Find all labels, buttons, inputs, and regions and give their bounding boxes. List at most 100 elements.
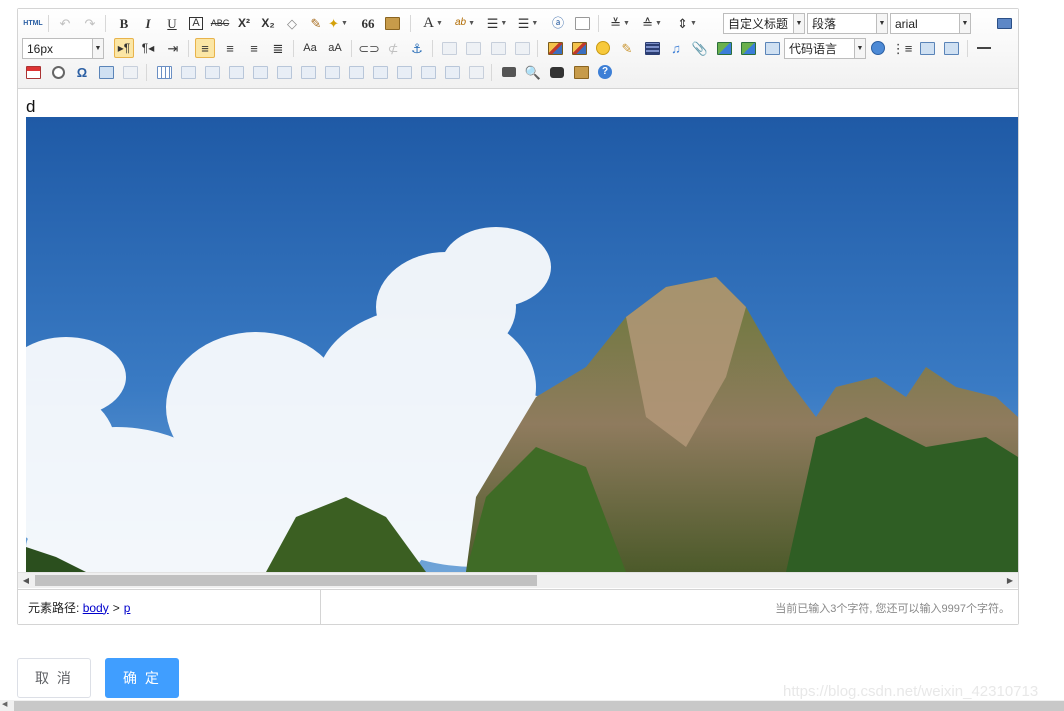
ordered-list-icon[interactable]: ☰ ▼ [484,13,510,33]
insert-row-icon[interactable] [226,62,246,82]
scrollbar-thumb[interactable] [35,575,537,586]
auto-format-icon[interactable]: ✦ ▼ [328,13,348,33]
emotion-icon[interactable] [593,38,613,58]
merge-down-icon[interactable] [370,62,390,82]
format-painter-icon[interactable]: ✎ [306,13,326,33]
preview-icon[interactable]: 🔍 [523,62,543,82]
align-justify-icon[interactable]: ≣ [268,38,288,58]
editor-content-area[interactable]: d [18,90,1018,588]
delete-table-icon[interactable] [178,62,198,82]
code-language-select[interactable]: 代码语言 ▼ [784,38,866,59]
custom-heading-value: 自定义标题 [728,17,789,31]
snapshot-icon[interactable] [120,62,140,82]
align-center-icon[interactable]: ≡ [220,38,240,58]
insert-image-icon[interactable] [569,38,589,58]
map-icon[interactable] [714,38,734,58]
align-right-icon[interactable]: ≡ [244,38,264,58]
custom-heading-select[interactable]: 自定义标题 ▼ [723,13,805,34]
font-family-select[interactable]: arial ▼ [890,13,971,34]
blockquote-button[interactable]: 66 [358,13,378,33]
paragraph-select[interactable]: 段落 ▼ [807,13,888,34]
underline-button[interactable]: U [162,13,182,33]
font-color-button[interactable]: A ▼ [420,13,446,33]
undo-icon[interactable]: ↶ [55,13,75,33]
page-break-layout-icon[interactable]: ⋮≡ [892,38,913,58]
date-icon[interactable] [23,62,43,82]
google-map-icon[interactable] [738,38,758,58]
indent-icon[interactable]: ⇥ [163,38,183,58]
merge-right-icon[interactable] [346,62,366,82]
chart-icon[interactable] [466,62,486,82]
highlight-color-icon[interactable]: ab ▼ [450,13,480,33]
background-icon[interactable] [941,38,961,58]
drafts-icon[interactable] [571,62,591,82]
template-icon[interactable] [917,38,937,58]
superscript-button[interactable]: X² [234,13,254,33]
direction-ltr-icon[interactable]: ▸¶ [114,38,134,58]
insert-video-icon[interactable] [642,38,662,58]
italic-button[interactable]: I [138,13,158,33]
delete-col-icon[interactable] [298,62,318,82]
paste-plain-icon[interactable] [382,13,402,33]
page-horizontal-scrollbar[interactable]: ◀ [0,700,1064,711]
delete-row-icon[interactable] [250,62,270,82]
help-button[interactable]: ? [595,62,615,82]
page-break-icon[interactable] [572,13,592,33]
strikethrough-icon[interactable]: ABC [210,13,230,33]
row-spacing-top-icon[interactable]: ≚ ▼ [606,13,634,33]
merge-cells-icon[interactable] [322,62,342,82]
confirm-button[interactable]: 确 定 [105,658,179,698]
search-replace-icon[interactable] [547,62,567,82]
uppercase-icon[interactable]: Aa [300,38,320,58]
split-to-cols-icon[interactable] [442,62,462,82]
scrollbar-thumb[interactable] [14,701,1064,711]
unordered-list-icon[interactable]: ☰ ▼ [515,13,541,33]
horizontal-rule-icon[interactable] [974,38,994,58]
fullscreen-icon[interactable] [994,13,1014,33]
insert-col-icon[interactable] [274,62,294,82]
split-to-rows-icon[interactable] [418,62,438,82]
row-spacing-bottom-icon[interactable]: ≙ ▼ [638,13,666,33]
align-left-icon[interactable]: ≡ [195,38,215,58]
simple-upload-icon[interactable] [545,38,565,58]
insert-paragraph-before-table-icon[interactable] [202,62,222,82]
time-icon[interactable] [48,62,68,82]
print-icon[interactable] [499,62,519,82]
insert-frame-icon[interactable] [762,38,782,58]
scroll-right-icon[interactable]: ▶ [1002,573,1018,588]
path-link-p[interactable]: p [124,601,131,615]
subscript-button[interactable]: X₂ [258,13,278,33]
lowercase-icon[interactable]: aA [325,38,345,58]
cancel-button[interactable]: 取 消 [17,658,91,698]
image-right-icon[interactable] [488,38,508,58]
link-icon[interactable]: ⊂⊃ [358,38,380,58]
bold-button[interactable]: B [114,13,134,33]
anchor-icon[interactable]: ⚓ [407,38,427,58]
web-app-icon[interactable] [868,38,888,58]
source-html-button[interactable]: HTML [23,13,43,33]
music-icon[interactable]: ♫ [666,38,686,58]
path-link-body[interactable]: body [83,601,109,615]
attachment-icon[interactable]: 📎 [690,38,710,58]
image-left-icon[interactable] [463,38,483,58]
scrawl-icon[interactable]: ✎ [617,38,637,58]
redo-icon[interactable]: ↷ [80,13,100,33]
scroll-left-icon[interactable]: ◀ [2,700,7,708]
document-paragraph[interactable]: d [26,97,35,117]
image-center-icon[interactable] [512,38,532,58]
eraser-icon[interactable]: ◇ [282,13,302,33]
unlink-icon[interactable]: ⊄ [383,38,403,58]
inserted-photo[interactable] [26,117,1018,572]
word-image-icon[interactable] [96,62,116,82]
font-size-select[interactable]: 16px ▼ [22,38,104,59]
anchor-mark-icon[interactable]: ⓐ [548,13,568,33]
insert-table-icon[interactable] [154,62,174,82]
special-chars-button[interactable]: Ω [72,62,92,82]
font-border-icon[interactable]: A [186,13,206,33]
direction-rtl-icon[interactable]: ¶◂ [138,38,158,58]
scroll-left-icon[interactable]: ◀ [18,573,34,588]
editor-horizontal-scrollbar[interactable]: ◀ ▶ [18,572,1018,588]
image-none-icon[interactable] [439,38,459,58]
split-to-cells-icon[interactable] [394,62,414,82]
line-height-icon[interactable]: ⇕ ▼ [672,13,702,33]
